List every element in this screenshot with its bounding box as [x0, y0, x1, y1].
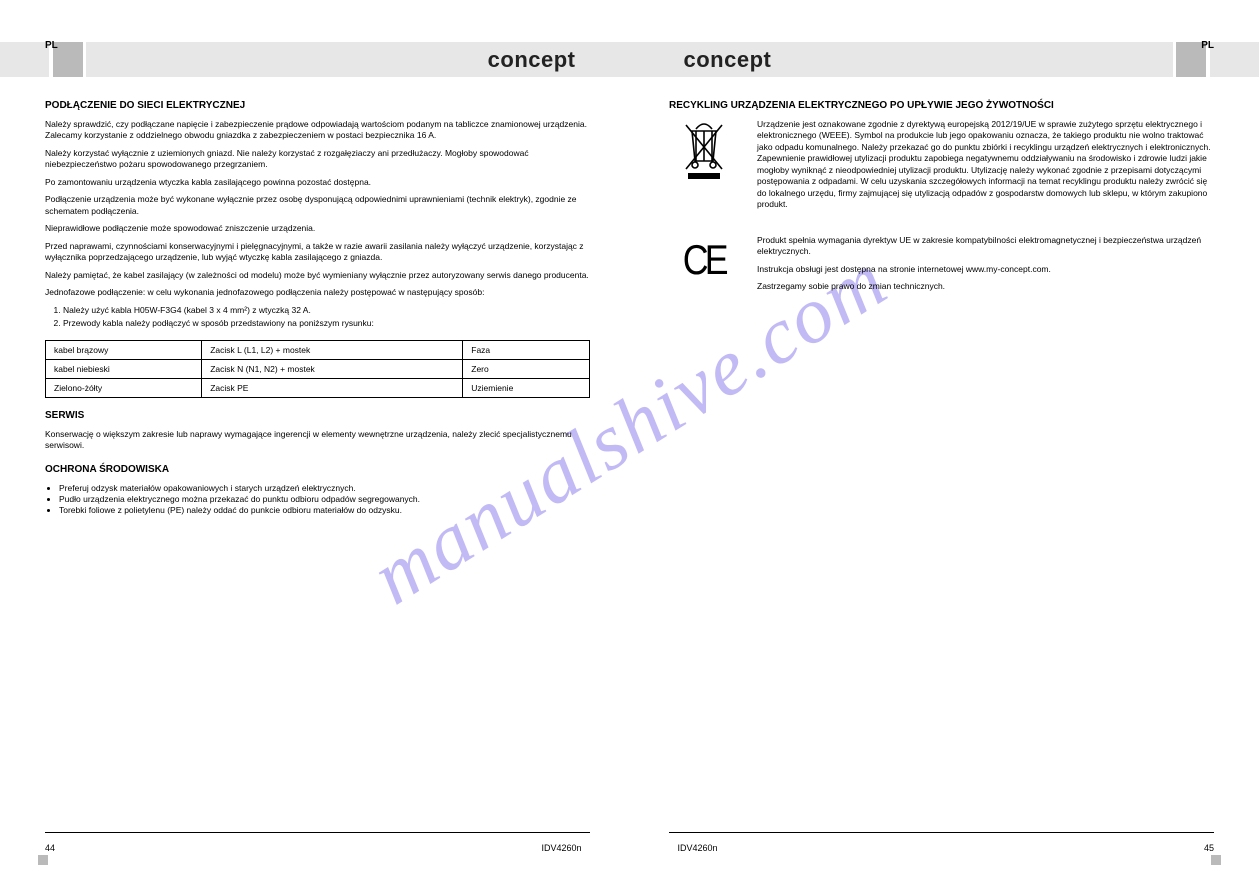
install-p7: Należy pamiętać, że kabel zasilający (w …	[45, 270, 590, 281]
header-band-far-right	[1210, 42, 1259, 77]
header-band-far-left	[0, 42, 49, 77]
env-list-item: Torebki foliowe z polietylenu (PE) należ…	[59, 505, 590, 516]
install-p8: Jednofazowe podłączenie: w celu wykonani…	[45, 287, 590, 298]
brand-logo-right: concept	[684, 47, 772, 73]
reserve-text: Zastrzegamy sobie prawo do zmian technic…	[757, 281, 1214, 292]
table-row: kabel brązowy Zacisk L (L1, L2) + mostek…	[46, 340, 590, 359]
recycle-text: Urządzenie jest oznakowane zgodnie z dyr…	[757, 119, 1214, 211]
brand-logo-left: concept	[488, 47, 576, 73]
page-number-right: 45	[1204, 843, 1214, 853]
env-list-item: Preferuj odzysk materiałów opakowaniowyc…	[59, 483, 590, 494]
wiring-table: kabel brązowy Zacisk L (L1, L2) + mostek…	[45, 340, 590, 398]
cell: Zacisk N (N1, N2) + mostek	[202, 359, 463, 378]
install-p4: Podłączenie urządzenia może być wykonane…	[45, 194, 590, 217]
page-right: PL RECYKLING URZĄDZENIA ELEKTRYCZNEGO PO…	[669, 100, 1214, 838]
page-left: PL PODŁĄCZENIE DO SIECI ELEKTRYCZNEJ Nal…	[45, 100, 590, 838]
header-band-center	[86, 42, 1173, 77]
install-p2: Należy korzystać wyłącznie z uziemionych…	[45, 148, 590, 171]
env-list-item: Pudło urządzenia elektrycznego można prz…	[59, 494, 590, 505]
section-install: PODŁĄCZENIE DO SIECI ELEKTRYCZNEJ Należy…	[45, 100, 590, 398]
install-p5: Nieprawidłowe podłączenie może spowodowa…	[45, 223, 590, 234]
manual-text: Instrukcja obsługi jest dostępna na stro…	[757, 264, 1214, 275]
cell: Faza	[463, 340, 590, 359]
footer-rule-left	[45, 832, 590, 833]
cell: Zacisk L (L1, L2) + mostek	[202, 340, 463, 359]
footer-square-left	[38, 855, 48, 865]
section-ce: C E Produkt spełnia wymagania dyrektyw U…	[669, 235, 1214, 299]
install-list-item: Przewody kabla należy podłączyć w sposób…	[63, 318, 590, 329]
install-heading: PODŁĄCZENIE DO SIECI ELEKTRYCZNEJ	[45, 100, 590, 111]
cell: Uziemienie	[463, 378, 590, 397]
service-heading: SERWIS	[45, 410, 590, 421]
footer-rule-right	[669, 832, 1214, 833]
cell: Zielono-żółty	[46, 378, 202, 397]
section-recycle: RECYKLING URZĄDZENIA ELEKTRYCZNEGO PO UP…	[669, 100, 1214, 217]
page-number-left: 44	[45, 843, 55, 853]
table-row: Zielono-żółty Zacisk PE Uziemienie	[46, 378, 590, 397]
footer-model-left: IDV4260n	[541, 843, 581, 853]
install-p6: Przed naprawami, czynnościami konserwacy…	[45, 241, 590, 264]
install-list-item: Należy użyć kabla H05W-F3G4 (kabel 3 x 4…	[63, 305, 590, 316]
env-heading: OCHRONA ŚRODOWISKA	[45, 464, 590, 475]
weee-icon	[669, 119, 739, 183]
cell: kabel brązowy	[46, 340, 202, 359]
language-tag-right: PL	[1201, 40, 1214, 51]
ce-text: Produkt spełnia wymagania dyrektyw UE w …	[757, 235, 1214, 258]
recycle-heading: RECYKLING URZĄDZENIA ELEKTRYCZNEGO PO UP…	[669, 100, 1214, 111]
section-environment: OCHRONA ŚRODOWISKA Preferuj odzysk mater…	[45, 464, 590, 517]
cell: kabel niebieski	[46, 359, 202, 378]
cell: Zero	[463, 359, 590, 378]
service-p1: Konserwację o większym zakresie lub napr…	[45, 429, 590, 452]
install-p1: Należy sprawdzić, czy podłączane napięci…	[45, 119, 590, 142]
table-row: kabel niebieski Zacisk N (N1, N2) + most…	[46, 359, 590, 378]
language-tag-left: PL	[45, 40, 58, 51]
footer-model-right: IDV4260n	[678, 843, 718, 853]
install-list: Należy użyć kabla H05W-F3G4 (kabel 3 x 4…	[63, 305, 590, 330]
install-p3: Po zamontowaniu urządzenia wtyczka kabla…	[45, 177, 590, 188]
env-list: Preferuj odzysk materiałów opakowaniowyc…	[59, 483, 590, 517]
footer-square-right	[1211, 855, 1221, 865]
ce-mark-icon: C E	[669, 235, 739, 281]
cell: Zacisk PE	[202, 378, 463, 397]
section-service: SERWIS Konserwację o większym zakresie l…	[45, 410, 590, 452]
